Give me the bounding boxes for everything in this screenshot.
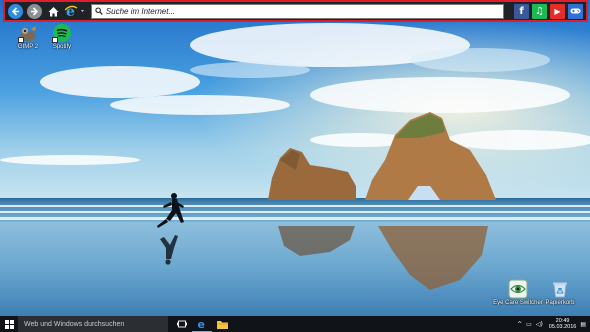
search-icon bbox=[95, 7, 103, 15]
home-icon bbox=[48, 6, 59, 16]
spotify-button[interactable]: ♫ bbox=[532, 3, 547, 19]
start-button[interactable] bbox=[0, 316, 18, 332]
games-button[interactable] bbox=[568, 3, 583, 19]
windows-logo-icon bbox=[4, 319, 14, 329]
desktop-wallpaper bbox=[0, 0, 590, 316]
forward-icon bbox=[31, 6, 39, 16]
desktop-icon-label: GIMP 2 bbox=[17, 44, 39, 50]
desktop-icon-label: Spotify bbox=[52, 44, 72, 50]
browser-toolbar: e f ♫ ▶ bbox=[3, 0, 588, 22]
desktop-icon-label: Papierkorb bbox=[545, 300, 575, 306]
task-view-button[interactable] bbox=[172, 316, 192, 332]
play-icon: ▶ bbox=[554, 6, 561, 16]
internet-explorer-button[interactable]: e bbox=[65, 4, 85, 19]
network-icon[interactable]: ▭ bbox=[526, 321, 532, 328]
system-tray: ^ ▭ ◁) 20:49 05.03.2016 ▤ bbox=[517, 316, 590, 332]
social-shortcuts: f ♫ ▶ bbox=[514, 3, 583, 19]
clock-date: 05.03.2016 bbox=[548, 324, 577, 330]
folder-icon bbox=[216, 320, 228, 329]
search-input[interactable] bbox=[105, 6, 503, 16]
desktop-icon-recycle-bin[interactable]: Papierkorb bbox=[540, 279, 580, 306]
shortcut-arrow-icon bbox=[52, 37, 58, 43]
chevron-up-icon[interactable]: ^ bbox=[517, 321, 522, 328]
edge-icon: e bbox=[197, 318, 204, 329]
facebook-button[interactable]: f bbox=[514, 3, 529, 19]
gamepad-icon bbox=[570, 8, 581, 14]
notifications-icon[interactable]: ▤ bbox=[580, 321, 586, 328]
speaker-icon[interactable]: ◁) bbox=[536, 321, 543, 328]
internet-explorer-icon: e bbox=[65, 4, 84, 18]
back-icon bbox=[11, 6, 19, 16]
desktop-icon-spotify[interactable]: Spotify bbox=[42, 23, 82, 50]
web-search-box[interactable] bbox=[91, 3, 504, 19]
taskbar-search-text: Web und Windows durchsuchen bbox=[24, 320, 125, 328]
forward-button[interactable] bbox=[27, 3, 42, 19]
youtube-button[interactable]: ▶ bbox=[550, 3, 565, 19]
taskbar-edge-button[interactable]: e bbox=[192, 316, 212, 332]
desktop-icon-eye-care-switcher[interactable]: Eye Care Switcher bbox=[493, 279, 543, 306]
desktop-icon-label: Eye Care Switcher bbox=[493, 300, 543, 306]
shortcut-arrow-icon bbox=[18, 37, 24, 43]
eye-icon bbox=[508, 279, 528, 299]
back-button[interactable] bbox=[8, 3, 23, 19]
taskbar: Web und Windows durchsuchen e ^ ▭ ◁) 20:… bbox=[0, 316, 590, 332]
home-button[interactable] bbox=[46, 4, 61, 19]
taskbar-explorer-button[interactable] bbox=[212, 316, 232, 332]
taskbar-search-box[interactable]: Web und Windows durchsuchen bbox=[18, 316, 168, 332]
music-icon: ♫ bbox=[535, 5, 544, 17]
task-view-icon bbox=[177, 320, 187, 328]
recycle-bin-icon bbox=[553, 282, 567, 298]
taskbar-clock[interactable]: 20:49 05.03.2016 bbox=[549, 318, 577, 330]
facebook-icon: f bbox=[519, 5, 524, 17]
svg-text:e: e bbox=[197, 318, 204, 329]
